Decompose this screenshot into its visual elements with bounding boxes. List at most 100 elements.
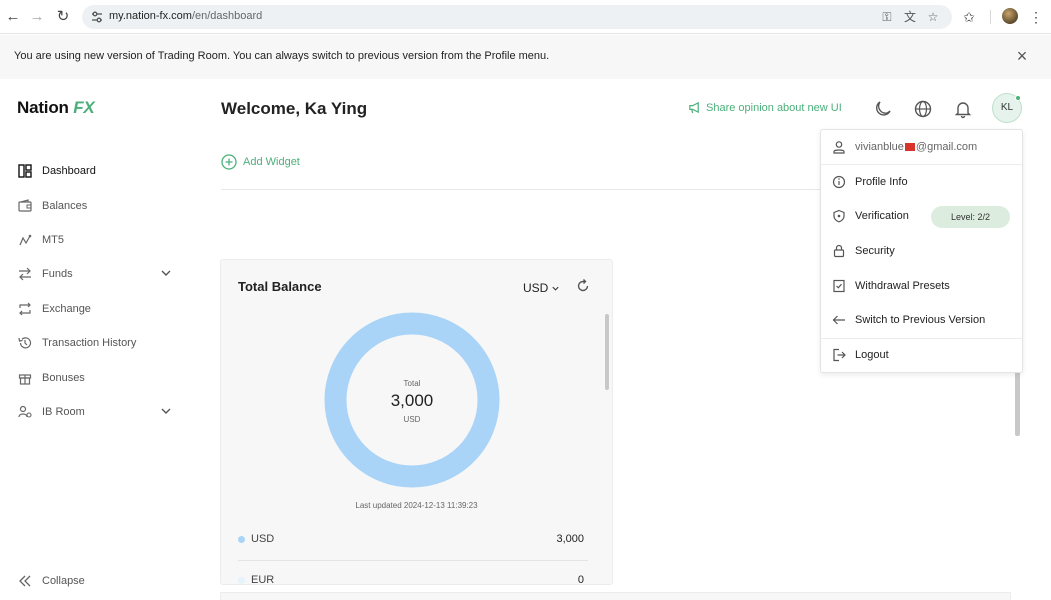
collapse-icon xyxy=(17,573,33,589)
online-status-dot xyxy=(1015,95,1021,101)
extensions-icon[interactable]: ✩ xyxy=(960,8,978,26)
sidebar-item-exchange[interactable]: Exchange xyxy=(17,298,177,320)
version-notice: You are using new version of Trading Roo… xyxy=(0,35,1051,79)
bell-icon[interactable] xyxy=(953,99,973,119)
exchange-icon xyxy=(17,301,33,317)
row-currency: USD xyxy=(251,533,275,545)
address-bar[interactable]: my.nation-fx.com/en/dashboard ⚿ 文 ☆ xyxy=(82,5,952,29)
row-value: 3,000 xyxy=(556,533,584,545)
donut-value: 3,000 xyxy=(390,391,434,410)
next-widget-card xyxy=(220,592,1011,600)
shield-icon xyxy=(833,209,845,223)
browser-menu-icon[interactable]: ⋮ xyxy=(1027,8,1045,26)
sidebar-item-label: Balances xyxy=(42,200,88,212)
toolbar-divider xyxy=(990,10,991,24)
plus-circle-icon xyxy=(221,154,237,170)
sidebar-item-label: Dashboard xyxy=(42,165,96,177)
menu-item-label: Profile Info xyxy=(855,176,908,188)
lock-icon xyxy=(833,244,845,258)
sidebar-item-balances[interactable]: Balances xyxy=(17,195,177,217)
wallet-icon xyxy=(17,198,33,214)
reload-icon[interactable]: ↻ xyxy=(54,8,72,26)
currency-select[interactable]: USD xyxy=(523,281,560,295)
total-balance-card: Total Balance USD Total 3,000 USD Last u… xyxy=(220,259,613,585)
add-widget-button[interactable]: Add Widget xyxy=(221,154,300,170)
gift-icon xyxy=(17,370,33,386)
arrow-left-icon xyxy=(832,315,845,325)
ib-room-icon xyxy=(17,404,33,420)
currency-dot xyxy=(238,577,245,584)
menu-item-withdrawal-presets[interactable]: Withdrawal Presets xyxy=(821,271,1022,301)
menu-item-label: Logout xyxy=(855,349,889,361)
last-updated: Last updated 2024-12-13 11:39:23 xyxy=(355,501,478,510)
row-currency: EUR xyxy=(251,574,275,585)
chevron-down-icon[interactable] xyxy=(160,405,172,417)
email-suffix: @gmail.com xyxy=(915,141,978,153)
refresh-icon[interactable] xyxy=(575,278,591,294)
logo-text: Nation xyxy=(17,98,74,117)
dashboard-icon xyxy=(17,163,33,179)
sidebar-item-label: IB Room xyxy=(42,406,85,418)
menu-item-label: Withdrawal Presets xyxy=(855,280,950,292)
megaphone-icon xyxy=(689,101,699,114)
collapse-label: Collapse xyxy=(42,575,85,587)
info-icon xyxy=(832,175,846,189)
donut-unit: USD xyxy=(403,415,421,424)
history-icon xyxy=(17,335,33,351)
menu-item-profile-info[interactable]: Profile Info xyxy=(821,167,1022,197)
user-avatar[interactable]: KL xyxy=(992,93,1022,123)
collapse-button[interactable]: Collapse xyxy=(17,570,177,592)
site-settings-icon[interactable] xyxy=(90,10,104,24)
menu-item-logout[interactable]: Logout xyxy=(821,340,1022,370)
logout-icon xyxy=(833,348,846,362)
page-title: Welcome, Ka Ying xyxy=(221,99,368,118)
key-icon[interactable]: ⚿ xyxy=(879,9,895,25)
balance-row: EUR 0 xyxy=(238,571,584,585)
sidebar-item-mt5[interactable]: MT5 xyxy=(17,229,177,251)
mt5-icon xyxy=(17,232,33,248)
menu-item-switch-version[interactable]: Switch to Previous Version xyxy=(821,305,1022,335)
moon-icon[interactable] xyxy=(873,99,893,119)
add-widget-label: Add Widget xyxy=(243,156,300,168)
redaction-mark xyxy=(904,143,915,152)
sidebar-item-funds[interactable]: Funds xyxy=(17,263,177,285)
browser-profile-avatar[interactable] xyxy=(1002,8,1018,24)
menu-divider xyxy=(821,338,1022,339)
share-opinion-link[interactable]: Share opinion about new UI xyxy=(688,101,842,114)
sidebar-item-label: Bonuses xyxy=(42,372,85,384)
sidebar-item-label: Exchange xyxy=(42,303,91,315)
logo[interactable]: Nation FX xyxy=(17,98,95,118)
sidebar-item-label: MT5 xyxy=(42,234,64,246)
menu-item-verification[interactable]: Verification Level: 2/2 xyxy=(821,201,1022,231)
sidebar-item-transaction-history[interactable]: Transaction History xyxy=(17,332,177,354)
card-scrollbar[interactable] xyxy=(605,314,609,390)
user-icon xyxy=(833,141,845,154)
card-title: Total Balance xyxy=(238,279,322,294)
close-icon[interactable]: × xyxy=(1013,47,1031,65)
email-prefix: vivianblue xyxy=(855,141,904,153)
page-scrollbar[interactable] xyxy=(1015,372,1020,436)
chevron-down-icon xyxy=(552,286,559,291)
menu-item-label: Security xyxy=(855,245,895,257)
balance-row: USD 3,000 xyxy=(238,530,584,550)
sidebar-item-label: Transaction History xyxy=(42,337,137,349)
menu-item-label: Switch to Previous Version xyxy=(855,314,986,326)
sidebar-item-dashboard[interactable]: Dashboard xyxy=(17,160,177,182)
sidebar-item-bonuses[interactable]: Bonuses xyxy=(17,367,177,389)
globe-icon[interactable] xyxy=(913,99,933,119)
chevron-down-icon[interactable] xyxy=(160,267,172,279)
sidebar-item-ib-room[interactable]: IB Room xyxy=(17,401,177,423)
transfer-icon xyxy=(17,266,33,282)
back-icon[interactable]: ← xyxy=(4,8,22,26)
notice-message: You are using new version of Trading Roo… xyxy=(14,50,550,62)
row-divider xyxy=(238,560,588,561)
forward-icon[interactable]: → xyxy=(28,8,46,26)
translate-icon[interactable]: 文 xyxy=(902,9,918,25)
browser-toolbar: ← → ↻ my.nation-fx.com/en/dashboard ⚿ 文 … xyxy=(0,0,1051,34)
checklist-icon xyxy=(833,279,845,293)
bookmark-star-icon[interactable]: ☆ xyxy=(925,9,941,25)
menu-item-security[interactable]: Security xyxy=(821,236,1022,266)
share-opinion-label: Share opinion about new UI xyxy=(706,101,842,114)
verification-level-badge: Level: 2/2 xyxy=(931,206,1010,228)
menu-item-label: Verification xyxy=(855,210,909,222)
